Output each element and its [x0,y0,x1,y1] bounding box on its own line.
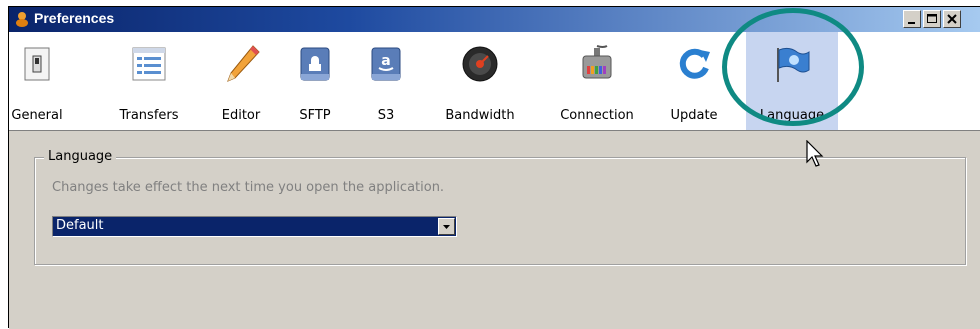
network-plug-icon [582,45,612,79]
tab-update[interactable]: Update [663,32,725,130]
amazon-s3-icon: a [371,47,401,81]
title-bar[interactable]: Preferences [9,7,980,32]
switch-icon [24,47,50,81]
flag-icon [777,47,810,82]
tab-label: Language [759,108,825,123]
speedometer-icon [462,46,498,82]
window-title: Preferences [34,10,115,26]
svg-text:a: a [381,53,390,69]
tab-label: Update [670,108,718,123]
maximize-icon [927,14,937,23]
help-text: Changes take effect the next time you op… [52,180,445,195]
chevron-down-icon [443,225,450,229]
tab-s3[interactable]: a S3 [363,32,409,130]
tab-label: Transfers [119,108,179,123]
close-icon [947,14,957,24]
pencil-icon [227,45,260,82]
minimize-button[interactable] [903,10,921,28]
mouse-pointer-icon [806,140,824,167]
tab-label: S3 [377,108,395,123]
language-groupbox: Language Changes take effect the next ti… [34,149,966,265]
preferences-window: Preferences General Transfers Editor SFT… [8,6,980,329]
tab-label: General [11,108,63,123]
close-button[interactable] [943,10,961,28]
tab-bandwidth[interactable]: Bandwidth [436,32,524,130]
tab-label: Connection [560,108,634,123]
tab-general[interactable]: General [9,32,65,130]
transfers-list-icon [132,47,166,81]
tab-label: Editor [221,108,261,123]
language-select-value: Default [56,218,104,233]
minimize-icon [908,22,915,24]
groupbox-title: Language [44,149,117,164]
tab-transfers[interactable]: Transfers [114,32,184,130]
language-select[interactable]: Default [52,216,457,237]
language-settings-panel: Language Changes take effect the next ti… [9,131,980,329]
tab-label: SFTP [299,108,331,123]
tab-label: Bandwidth [445,108,515,123]
preferences-toolbar: General Transfers Editor SFTP a S3 Bandw… [9,32,980,131]
tab-language[interactable]: Language [746,32,838,130]
tab-editor[interactable]: Editor [216,32,266,130]
maximize-button[interactable] [923,10,941,28]
update-refresh-icon [679,48,710,79]
tab-connection[interactable]: Connection [549,32,645,130]
sftp-drive-icon [300,47,330,81]
app-logo-icon [16,12,28,27]
tab-sftp[interactable]: SFTP [292,32,338,130]
dropdown-button[interactable] [438,218,455,235]
